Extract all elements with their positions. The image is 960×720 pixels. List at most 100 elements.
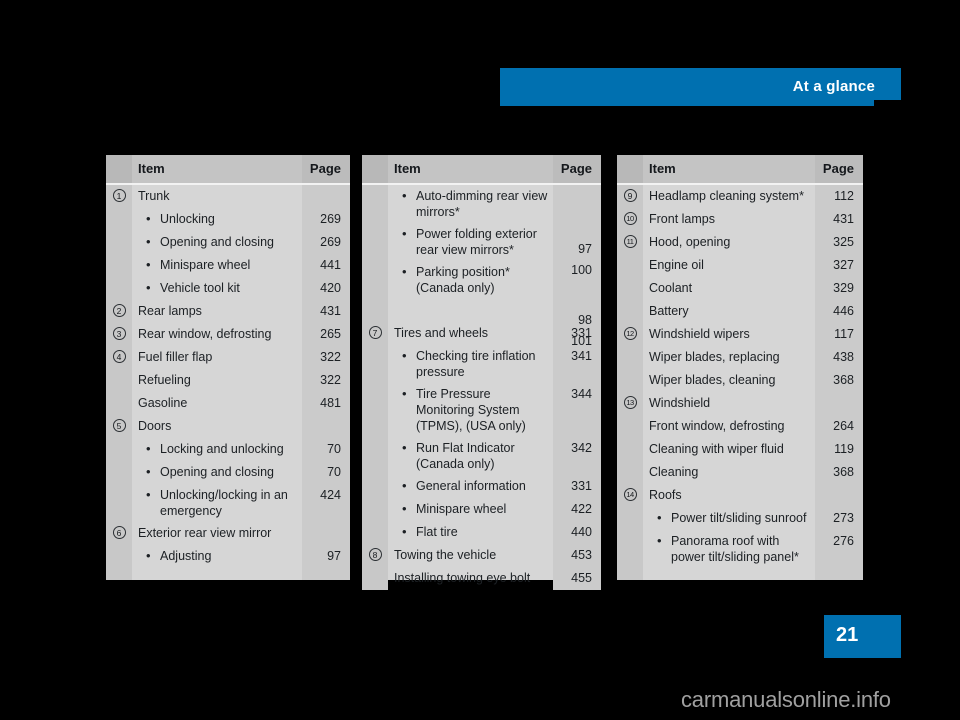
- row-label: Front window, defrosting: [649, 419, 785, 433]
- table-row[interactable]: Cleaning with wiper fluid 119: [617, 438, 863, 461]
- row-marker: 3: [106, 323, 132, 340]
- page-number: 21: [836, 624, 859, 646]
- table-row[interactable]: 8 Towing the vehicle 453: [362, 544, 601, 567]
- row-page-number: 446: [833, 304, 854, 318]
- row-page-number: [302, 415, 350, 421]
- table-row[interactable]: 11 Hood, opening 325: [617, 231, 863, 254]
- table-row[interactable]: Gasoline 481: [106, 392, 350, 415]
- circled-number-icon: 1: [112, 189, 126, 202]
- table-row[interactable]: 14 Roofs: [617, 484, 863, 507]
- row-label: Tires and wheels: [394, 326, 489, 340]
- row-marker: [106, 208, 132, 212]
- column-header-page: Page: [560, 161, 592, 176]
- table-row[interactable]: 13 Windshield: [617, 392, 863, 415]
- row-marker: 2: [106, 300, 132, 317]
- row-marker: [106, 438, 132, 442]
- table-row[interactable]: 12 Windshield wipers 117: [617, 323, 863, 346]
- table-row[interactable]: Installing towing eye bolt 455: [362, 567, 601, 590]
- row-label: Engine oil: [649, 258, 704, 272]
- row-label: Minispare wheel: [388, 498, 553, 520]
- row-page-number: 273: [833, 511, 854, 525]
- row-page-number: 455: [571, 571, 592, 585]
- row-page-number: [302, 522, 350, 528]
- row-label: Auto-dimming rear view mirrors*: [388, 185, 553, 223]
- row-label: Windshield wipers: [649, 327, 750, 341]
- row-page-number: 322: [320, 373, 341, 387]
- table-row[interactable]: 2 Rear lamps 431: [106, 300, 350, 323]
- table-row[interactable]: Vehicle tool kit 420: [106, 277, 350, 300]
- row-label: Power tilt/sliding sunroof: [643, 507, 815, 529]
- row-marker: [617, 507, 643, 511]
- circled-number-icon: 13: [623, 396, 637, 409]
- table-row[interactable]: 4 Fuel filler flap 322: [106, 346, 350, 369]
- table-row[interactable]: 1 Trunk: [106, 185, 350, 208]
- row-marker: [106, 392, 132, 396]
- row-marker: [617, 415, 643, 419]
- table-row[interactable]: Adjusting 97: [106, 545, 350, 568]
- row-label: Minispare wheel: [132, 254, 302, 276]
- table-row[interactable]: Minispare wheel 422: [362, 498, 601, 521]
- row-page-number: 481: [320, 396, 341, 410]
- table-row[interactable]: 6 Exterior rear view mirror: [106, 522, 350, 545]
- table-row[interactable]: Front window, defrosting 264: [617, 415, 863, 438]
- table-row[interactable]: Coolant 329: [617, 277, 863, 300]
- circled-number-icon: 11: [623, 235, 637, 248]
- header-band: At a glance: [500, 68, 901, 106]
- table-row[interactable]: 5 Doors: [106, 415, 350, 438]
- row-label: Rear lamps: [138, 304, 202, 318]
- table-row[interactable]: Checking tire inflation pressure341: [362, 345, 601, 383]
- row-marker: [617, 461, 643, 465]
- row-marker: 11: [617, 231, 643, 248]
- row-marker: [106, 277, 132, 281]
- table-row[interactable]: General information 331: [362, 475, 601, 498]
- header-gutter-strip: [362, 155, 388, 183]
- table-row[interactable]: Flat tire 440: [362, 521, 601, 544]
- toc-column-3: Item Page 9 Headlamp cleaning system* 112 10 F…: [617, 155, 863, 580]
- table-row[interactable]: Power tilt/sliding sunroof 273: [617, 507, 863, 530]
- row-label: General information: [388, 475, 553, 497]
- header-gutter-strip: [106, 155, 132, 183]
- circled-number-icon: 5: [112, 419, 126, 432]
- table-row[interactable]: Wiper blades, cleaning 368: [617, 369, 863, 392]
- table-row[interactable]: Unlocking 269: [106, 208, 350, 231]
- table-row[interactable]: 9 Headlamp cleaning system* 112: [617, 185, 863, 208]
- row-marker: [362, 185, 388, 189]
- table-row[interactable]: Battery 446: [617, 300, 863, 323]
- row-marker: [362, 299, 388, 303]
- table-header-row: Item Page: [617, 155, 863, 185]
- table-row[interactable]: Opening and closing 269: [106, 231, 350, 254]
- row-label: [388, 299, 553, 305]
- row-page-number: 424: [320, 488, 341, 502]
- table-row[interactable]: Locking and unlocking 70: [106, 438, 350, 461]
- row-marker: 14: [617, 484, 643, 501]
- row-label: Coolant: [649, 281, 693, 295]
- row-page-number: 431: [833, 212, 854, 226]
- table-row[interactable]: Auto-dimming rear view mirrors*: [362, 185, 601, 223]
- row-marker: [362, 437, 388, 441]
- table-row[interactable]: Unlocking/locking in an emergency 424: [106, 484, 350, 522]
- row-page-number: 70: [327, 465, 341, 479]
- row-label: Windshield: [649, 396, 711, 410]
- table-row[interactable]: 10 Front lamps 431: [617, 208, 863, 231]
- table-row[interactable]: 3 Rear window, defrosting 265: [106, 323, 350, 346]
- table-row[interactable]: Minispare wheel 441: [106, 254, 350, 277]
- table-row[interactable]: Wiper blades, replacing 438: [617, 346, 863, 369]
- circled-number-icon: 10: [623, 212, 637, 225]
- row-marker: [617, 369, 643, 373]
- row-marker: [617, 277, 643, 281]
- row-page-number: 344: [571, 387, 592, 401]
- row-label: Tire Pressure Monitoring System (TPMS), …: [388, 383, 553, 437]
- row-page-number: 100: [571, 263, 592, 277]
- table-row[interactable]: Run Flat Indicator (Canada only) 342: [362, 437, 601, 475]
- row-page-number: 368: [833, 373, 854, 387]
- table-row[interactable]: Panorama roof with power tilt/sliding pa…: [617, 530, 863, 568]
- table-row[interactable]: Opening and closing 70: [106, 461, 350, 484]
- table-row[interactable]: Cleaning 368: [617, 461, 863, 484]
- table-row[interactable]: Engine oil 327: [617, 254, 863, 277]
- table-row[interactable]: Refueling 322: [106, 369, 350, 392]
- table-row[interactable]: Tire Pressure Monitoring System (TPMS), …: [362, 383, 601, 437]
- row-label: Opening and closing: [132, 461, 302, 483]
- row-marker: [362, 261, 388, 265]
- page-number-badge: 21: [824, 615, 901, 658]
- row-marker: [106, 254, 132, 258]
